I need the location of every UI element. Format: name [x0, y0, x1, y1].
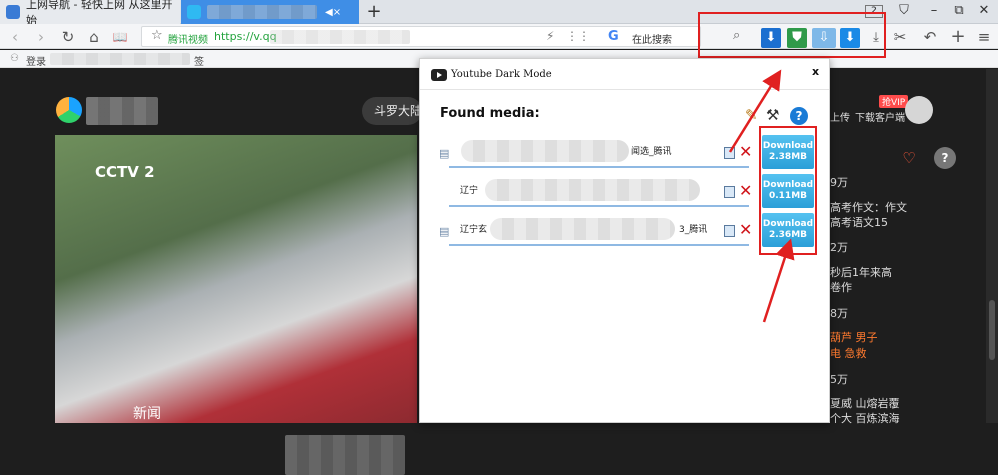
page-search-box[interactable]: 斗罗大陆 [362, 97, 422, 125]
bookmark-item[interactable]: 签 [194, 53, 204, 68]
popup-divider [420, 89, 829, 90]
copy-icon[interactable] [724, 186, 735, 198]
row-underline [449, 166, 749, 168]
bolt-icon[interactable]: ⚡ [546, 29, 554, 43]
avatar[interactable] [905, 96, 933, 124]
side-item[interactable]: 5万 [830, 371, 848, 387]
youtube-icon [431, 69, 447, 81]
copy-icon[interactable] [724, 225, 735, 237]
popup-help-icon[interactable]: ? [790, 107, 808, 125]
media-row: ▤ 闻选_腾讯 ✕ [435, 135, 752, 171]
side-item[interactable]: 秒后1年来高 [830, 264, 892, 280]
reader-icon[interactable]: 📖 [110, 27, 130, 47]
found-media-heading: Found media: [440, 106, 540, 121]
media-row: ▤ 辽宁玄 3_腾讯 ✕ [435, 213, 752, 249]
pencil-icon[interactable]: ✎ [745, 106, 758, 124]
delete-icon[interactable]: ✕ [739, 220, 752, 239]
video-blurred [285, 435, 405, 475]
side-item[interactable]: 葫芦 男子 [830, 329, 878, 345]
help-icon[interactable]: ? [934, 147, 956, 169]
url-text[interactable]: https://v.qq [214, 30, 277, 43]
undo-icon[interactable]: ↶ [920, 27, 940, 47]
favorite-icon[interactable]: ♡ [898, 147, 920, 169]
media-file-icon: ▤ [439, 147, 450, 160]
download-buttons-highlight-box [759, 126, 817, 255]
row-underline [449, 205, 749, 207]
media-name-blurred [490, 218, 675, 240]
popup-title: Youtube Dark Mode [451, 69, 552, 80]
tencent-video-logo[interactable] [56, 97, 82, 123]
logo-text-blurred [86, 97, 158, 125]
media-name: 辽宁 [460, 186, 479, 196]
tab-favicon-icon [6, 5, 20, 19]
upload-link[interactable]: 上传 [830, 109, 850, 124]
delete-icon[interactable]: ✕ [739, 142, 752, 161]
side-item[interactable]: 8万 [830, 305, 848, 321]
side-item[interactable]: 高考语文15 [830, 214, 888, 230]
forward-button[interactable]: › [31, 27, 51, 47]
menu-icon[interactable]: ≡ [974, 27, 994, 47]
tab-label-blurred [207, 5, 317, 19]
bookmark-item[interactable]: 登录 [26, 53, 46, 68]
bookmark-star-icon[interactable]: ☆ [151, 28, 163, 43]
popup-close-button[interactable]: x [812, 65, 819, 78]
close-window-button[interactable]: ✕ [973, 3, 995, 21]
bookmark-folder-icon: ⚇ [10, 53, 19, 64]
row-underline [449, 244, 749, 246]
client-download-link[interactable]: 下载客户端 [855, 109, 905, 124]
tools-icon[interactable]: ⚒ [766, 106, 779, 124]
side-item[interactable]: 电 急救 [830, 345, 867, 361]
url-blurred [270, 30, 410, 44]
delete-icon[interactable]: ✕ [739, 181, 752, 200]
channel-logo: CCTV 2 [95, 163, 155, 181]
new-tab-button[interactable]: + [364, 2, 384, 22]
skin-icon[interactable]: ⛉ [893, 3, 915, 21]
extensions-highlight-box [698, 12, 886, 58]
side-item[interactable]: 卷作 [830, 279, 852, 295]
reload-button[interactable]: ↻ [58, 27, 78, 47]
media-name-blurred [461, 140, 629, 162]
tab-video[interactable]: ◀× [181, 0, 359, 24]
media-row: 辽宁 ✕ [435, 174, 752, 210]
site-name: 腾讯视频 [168, 35, 208, 46]
bookmarks-blurred [50, 53, 190, 65]
minimize-button[interactable]: – [923, 3, 945, 21]
home-button[interactable]: ⌂ [84, 27, 104, 47]
media-name: 辽宁玄 [460, 225, 488, 235]
copy-icon[interactable] [724, 147, 735, 159]
media-file-icon: ▤ [439, 225, 450, 238]
add-icon[interactable]: + [948, 27, 968, 47]
search-input[interactable]: 在此搜索 [632, 31, 672, 46]
media-name-blurred [485, 179, 700, 201]
grid-icon[interactable]: ⋮⋮ [566, 29, 590, 43]
tab-audio-icon[interactable]: ◀× [325, 7, 341, 18]
video-player[interactable]: CCTV 2 新闻 [55, 135, 417, 475]
tab-navigation[interactable]: 上网导航 - 轻快上网 从这里开始 [0, 0, 180, 27]
scrollbar-thumb[interactable] [989, 300, 995, 360]
side-item[interactable]: 个大 百炼滨海 [830, 410, 900, 426]
restore-button[interactable]: ⧉ [948, 3, 970, 21]
video-caption: 新闻 [133, 406, 161, 422]
cut-icon[interactable]: ✂ [890, 27, 910, 47]
tab-favicon-icon [187, 5, 201, 19]
address-bar[interactable]: ☆ 腾讯视频 https://v.qq ⚡ ⋮⋮ G 在此搜索 ⌕ [141, 26, 740, 47]
media-name: 闻选_腾讯 [631, 147, 672, 157]
google-icon[interactable]: G [608, 29, 619, 44]
side-item[interactable]: 高考作文：作文 [830, 199, 907, 215]
side-item[interactable]: 2万 [830, 239, 848, 255]
scrollbar[interactable] [986, 69, 998, 423]
side-item[interactable]: 9万 [830, 174, 848, 190]
side-item[interactable]: 夏威 山熔岩覆 [830, 395, 900, 411]
media-name: 3_腾讯 [679, 225, 708, 235]
vip-badge[interactable]: 抢VIP [879, 95, 909, 108]
back-button[interactable]: ‹ [5, 27, 25, 47]
